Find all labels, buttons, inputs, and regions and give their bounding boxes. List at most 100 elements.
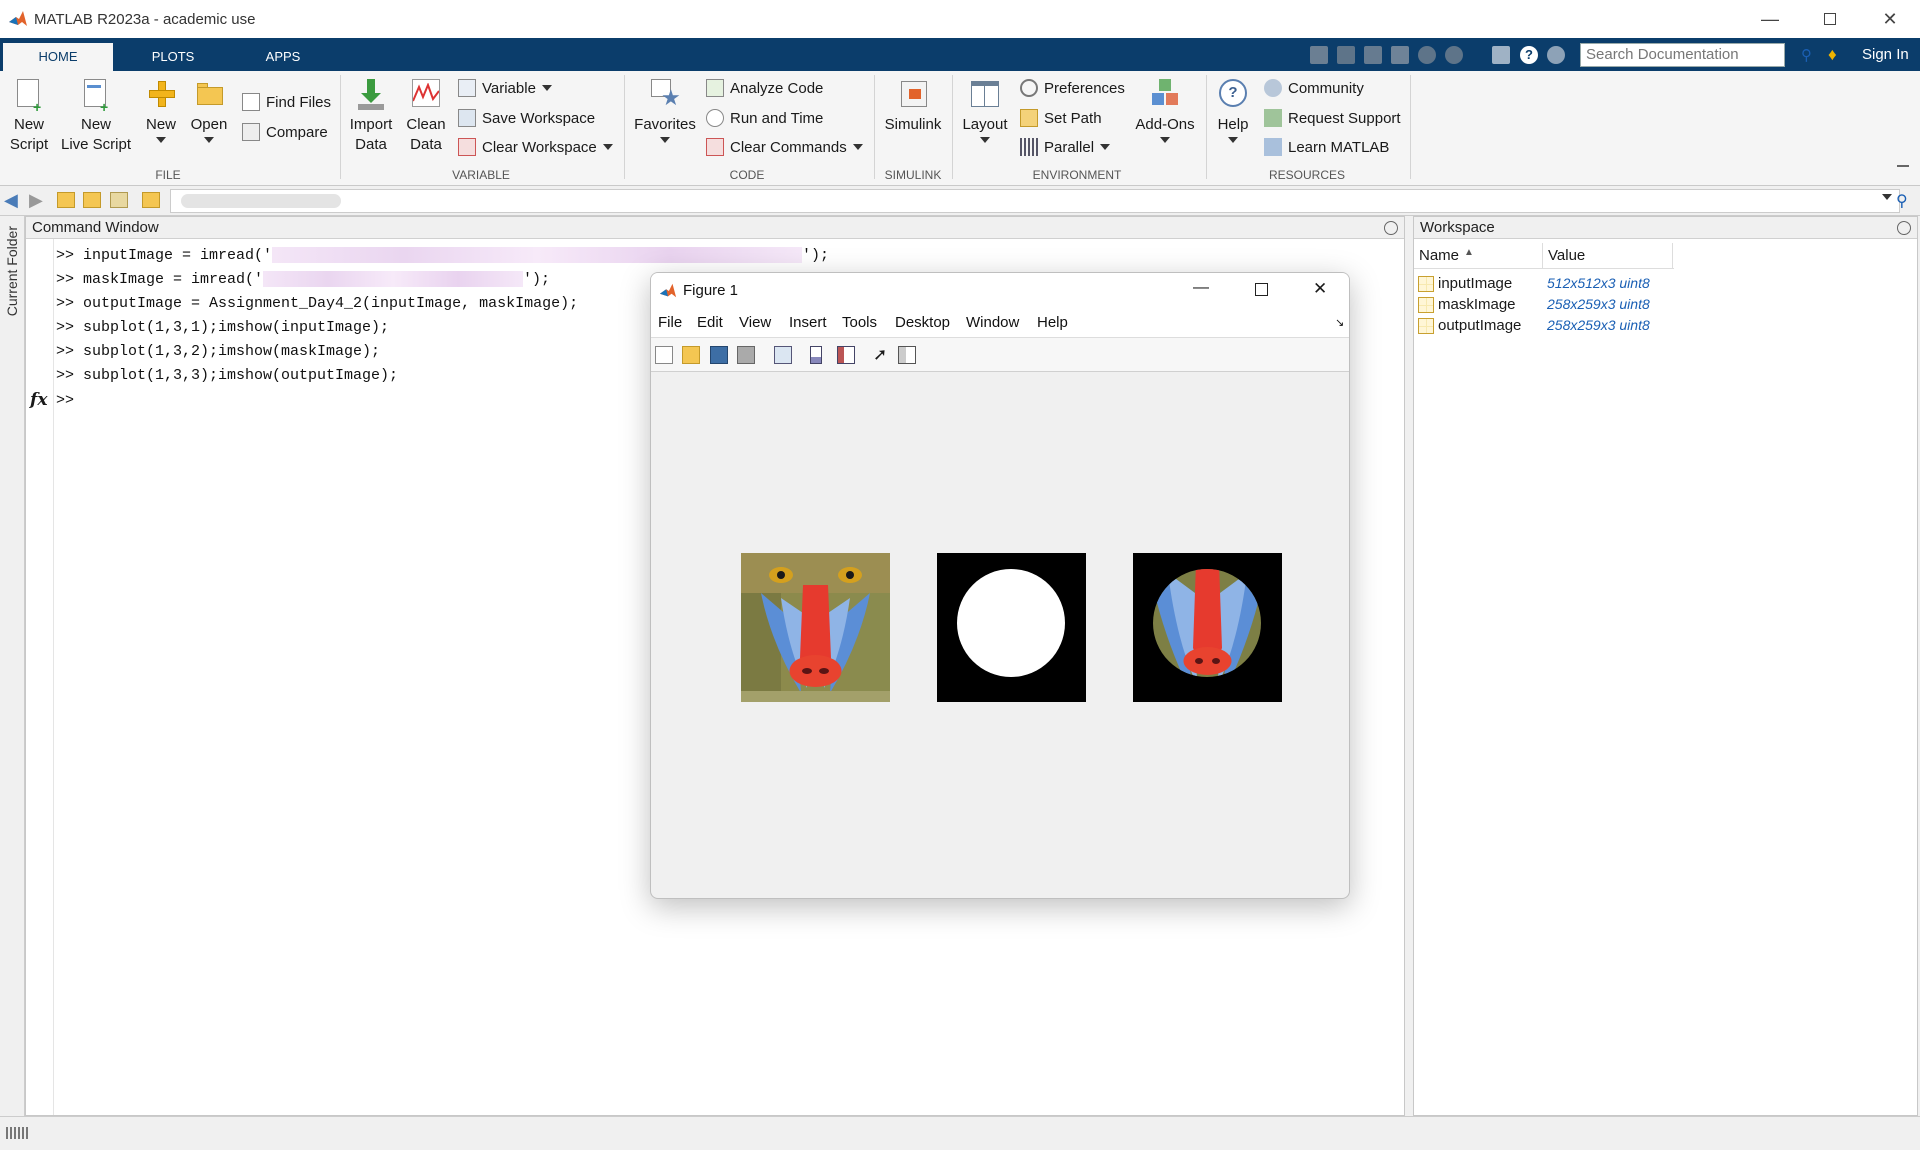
figure-window[interactable]: Figure 1 — ✕ File Edit View Insert Tools… bbox=[650, 272, 1350, 899]
menu-window[interactable]: Window bbox=[966, 314, 1019, 331]
redo-icon[interactable] bbox=[1445, 46, 1463, 64]
back-arrow-icon[interactable]: ◀ bbox=[4, 190, 18, 211]
search-documentation-input[interactable]: Search Documentation bbox=[1580, 43, 1785, 67]
sign-in-link[interactable]: Sign In bbox=[1862, 46, 1909, 63]
tab-plots[interactable]: PLOTS bbox=[118, 43, 228, 71]
workspace-panel[interactable]: Workspace Name ▲ Value inputImage 512x512… bbox=[1413, 216, 1918, 1116]
new-dropdown-caret[interactable] bbox=[156, 137, 166, 143]
request-support-link[interactable]: Request Support bbox=[1264, 105, 1401, 131]
figure-minimize-button[interactable]: — bbox=[1193, 279, 1209, 297]
path-dropdown-caret[interactable] bbox=[1882, 194, 1892, 200]
new-live-script-button[interactable]: + New Live Script bbox=[58, 75, 134, 155]
community-link[interactable]: Community bbox=[1264, 75, 1364, 101]
variable-dropdown-caret[interactable] bbox=[541, 85, 552, 91]
parallel-dropdown-caret[interactable] bbox=[1100, 144, 1111, 150]
parallel-button[interactable]: Parallel bbox=[1020, 134, 1111, 160]
search-path-icon[interactable]: ⚲ bbox=[1896, 191, 1908, 211]
maximize-button[interactable] bbox=[1800, 0, 1860, 38]
figure-maximize-button[interactable] bbox=[1255, 283, 1268, 296]
subplot-input-image[interactable] bbox=[741, 553, 890, 702]
property-inspector-icon[interactable] bbox=[898, 346, 916, 364]
layout-dropdown-caret[interactable] bbox=[980, 137, 990, 143]
new-figure-icon[interactable] bbox=[655, 346, 673, 364]
current-folder-path[interactable] bbox=[170, 189, 1900, 213]
switch-windows-icon[interactable] bbox=[1492, 46, 1510, 64]
tab-apps[interactable]: APPS bbox=[228, 43, 338, 71]
close-button[interactable]: ✕ bbox=[1860, 0, 1920, 38]
cut-icon[interactable] bbox=[1337, 46, 1355, 64]
compare-button[interactable]: Compare bbox=[242, 119, 328, 145]
menu-view[interactable]: View bbox=[739, 314, 771, 331]
import-data-button[interactable]: Import Data bbox=[346, 75, 396, 155]
open-file-icon[interactable] bbox=[682, 346, 700, 364]
menu-edit[interactable]: Edit bbox=[697, 314, 723, 331]
save-figure-icon[interactable] bbox=[710, 346, 728, 364]
notification-bell-icon[interactable]: ♦ bbox=[1828, 45, 1837, 65]
help-button[interactable]: ? Help bbox=[1210, 75, 1256, 143]
print-figure-icon[interactable] bbox=[737, 346, 755, 364]
column-header-name[interactable]: Name bbox=[1419, 247, 1459, 264]
set-path-button[interactable]: Set Path bbox=[1020, 105, 1102, 131]
clear-commands-button[interactable]: Clear Commands bbox=[706, 134, 863, 160]
clear-commands-dropdown-caret[interactable] bbox=[852, 144, 863, 150]
favorites-dropdown-caret[interactable] bbox=[660, 137, 670, 143]
open-dropdown-caret[interactable] bbox=[204, 137, 214, 143]
dock-figure-icon[interactable]: ↘ bbox=[1335, 316, 1344, 329]
up-folder-icon[interactable] bbox=[57, 192, 75, 208]
customize-icon[interactable] bbox=[1547, 46, 1565, 64]
subplot-mask-image[interactable] bbox=[937, 553, 1086, 702]
clean-data-button[interactable]: Clean Data bbox=[402, 75, 450, 155]
undo-icon[interactable] bbox=[1418, 46, 1436, 64]
help-icon[interactable]: ? bbox=[1520, 46, 1538, 64]
figure-close-button[interactable]: ✕ bbox=[1313, 279, 1327, 299]
learn-matlab-link[interactable]: Learn MATLAB bbox=[1264, 134, 1389, 160]
forward-arrow-icon[interactable]: ▶ bbox=[29, 190, 43, 211]
layout-button[interactable]: Layout bbox=[958, 75, 1012, 143]
link-plot-icon[interactable] bbox=[774, 346, 792, 364]
subplot-output-image[interactable] bbox=[1133, 553, 1282, 702]
add-ons-button[interactable]: Add-Ons bbox=[1132, 75, 1198, 143]
command-prompt[interactable]: >> bbox=[56, 392, 74, 409]
panel-options-icon[interactable] bbox=[1384, 221, 1398, 235]
variable-button[interactable]: Variable bbox=[458, 75, 552, 101]
collapse-ribbon-icon[interactable] bbox=[1897, 165, 1909, 177]
pointer-arrow-icon[interactable]: ➚ bbox=[873, 346, 891, 364]
column-header-value[interactable]: Value bbox=[1548, 247, 1585, 264]
help-dropdown-caret[interactable] bbox=[1228, 137, 1238, 143]
save-icon[interactable] bbox=[1310, 46, 1328, 64]
workspace-row[interactable]: maskImage 258x259x3 uint8 bbox=[1414, 295, 1904, 315]
copy-icon[interactable] bbox=[1364, 46, 1382, 64]
analyze-code-button[interactable]: Analyze Code bbox=[706, 75, 823, 101]
search-icon[interactable]: ⚲ bbox=[1801, 46, 1812, 64]
paste-icon[interactable] bbox=[1391, 46, 1409, 64]
menu-desktop[interactable]: Desktop bbox=[895, 314, 950, 331]
fx-function-browser-icon[interactable]: fx bbox=[30, 390, 47, 410]
workspace-row[interactable]: outputImage 258x259x3 uint8 bbox=[1414, 316, 1904, 336]
menu-file[interactable]: File bbox=[658, 314, 682, 331]
insert-legend-icon[interactable] bbox=[837, 346, 855, 364]
clear-workspace-button[interactable]: Clear Workspace bbox=[458, 134, 613, 160]
tab-home[interactable]: HOME bbox=[3, 43, 113, 71]
find-files-button[interactable]: Find Files bbox=[242, 89, 331, 115]
preferences-button[interactable]: Preferences bbox=[1020, 75, 1125, 101]
menu-help[interactable]: Help bbox=[1037, 314, 1068, 331]
clear-workspace-dropdown-caret[interactable] bbox=[602, 144, 613, 150]
workspace-row[interactable]: inputImage 512x512x3 uint8 bbox=[1414, 274, 1904, 294]
menu-insert[interactable]: Insert bbox=[789, 314, 827, 331]
open-button[interactable]: Open bbox=[189, 75, 229, 143]
new-script-button[interactable]: + New Script bbox=[6, 75, 52, 155]
run-and-time-button[interactable]: Run and Time bbox=[706, 105, 823, 131]
add-ons-dropdown-caret[interactable] bbox=[1160, 137, 1170, 143]
menu-tools[interactable]: Tools bbox=[842, 314, 877, 331]
search-folder-icon[interactable] bbox=[110, 192, 128, 208]
insert-colorbar-icon[interactable] bbox=[810, 346, 822, 364]
browse-folder-icon[interactable] bbox=[83, 192, 101, 208]
minimize-button[interactable]: — bbox=[1740, 0, 1800, 38]
simulink-button[interactable]: Simulink bbox=[880, 75, 946, 135]
save-workspace-button[interactable]: Save Workspace bbox=[458, 105, 595, 131]
favorites-button[interactable]: ★ Favorites bbox=[630, 75, 700, 143]
current-folder-tab[interactable]: Current Folder bbox=[4, 226, 20, 316]
new-button[interactable]: New bbox=[142, 75, 180, 143]
current-folder-collapsed-panel[interactable]: Current Folder bbox=[0, 216, 25, 1116]
panel-options-icon[interactable] bbox=[1897, 221, 1911, 235]
